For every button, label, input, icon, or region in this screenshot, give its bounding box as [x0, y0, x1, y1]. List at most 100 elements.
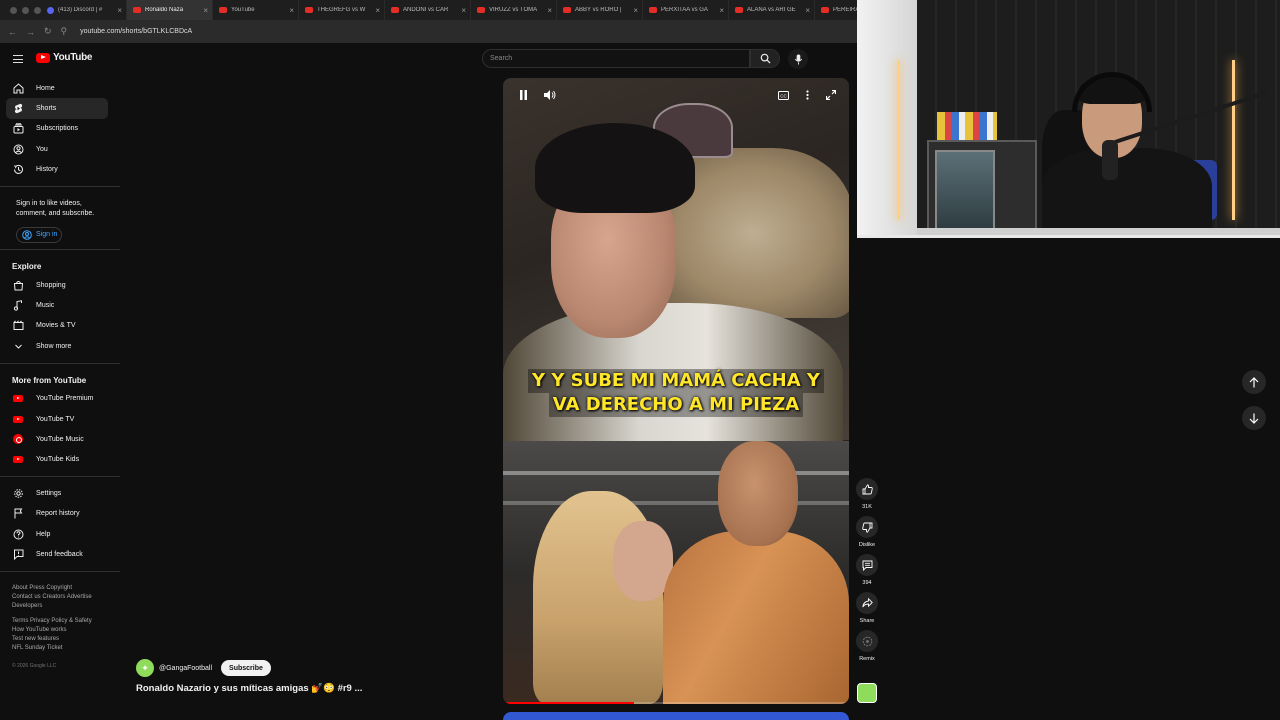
sidebar-item-label: Movies & TV — [36, 322, 76, 330]
close-tab-icon[interactable]: × — [289, 6, 294, 15]
video-progress-bar[interactable] — [503, 702, 849, 704]
sidebar-item-history[interactable]: History — [6, 160, 108, 180]
comment-count: 394 — [862, 580, 872, 586]
sidebar-item-label: You — [36, 145, 48, 153]
browser-tab[interactable]: YouTube × — [213, 0, 299, 20]
sidebar-item-youtube-kids[interactable]: YouTube Kids — [6, 450, 108, 470]
browser-tab[interactable]: ABBY vs RORO | × — [557, 0, 643, 20]
footer-link-row[interactable]: Test new features — [12, 635, 108, 644]
fullscreen-button[interactable] — [824, 88, 838, 102]
sidebar-item-movies-tv[interactable]: Movies & TV — [6, 316, 108, 336]
sidebar-item-subscriptions[interactable]: Subscriptions — [6, 119, 108, 139]
dislike-action: Dislike — [855, 516, 879, 551]
share-button[interactable] — [856, 592, 878, 614]
youtube-logo[interactable]: YouTube — [36, 52, 93, 63]
close-tab-icon[interactable]: × — [203, 6, 208, 15]
footer-link-row[interactable]: Contact us Creators Advertise — [12, 593, 108, 602]
captions-button[interactable]: CC — [776, 88, 790, 102]
volume-button[interactable] — [543, 88, 557, 102]
browser-tab[interactable]: ALANA vs ARI GE × — [729, 0, 815, 20]
dislike-button[interactable] — [856, 516, 878, 538]
youtube-kids-icon — [12, 454, 24, 466]
sidebar-item-label: Home — [36, 84, 55, 92]
channel-handle[interactable]: @GangaFootball — [159, 665, 212, 672]
footer-link-row[interactable]: About Press Copyright — [12, 584, 108, 593]
youtube-favicon-icon — [391, 7, 399, 13]
search-button[interactable] — [750, 49, 780, 68]
search-icon — [760, 53, 771, 64]
music-icon — [12, 300, 24, 312]
footer-link-row[interactable]: How YouTube works — [12, 626, 108, 635]
sidebar-item-youtube-premium[interactable]: YouTube Premium — [6, 389, 108, 409]
comments-button[interactable] — [856, 554, 878, 576]
youtube-favicon-icon — [477, 7, 485, 13]
close-tab-icon[interactable]: × — [805, 6, 810, 15]
chevron-down-icon — [12, 340, 24, 352]
remix-button[interactable] — [856, 630, 878, 652]
sidebar-item-settings[interactable]: Settings — [6, 483, 108, 503]
sidebar-item-music[interactable]: Music — [6, 295, 108, 315]
youtube-favicon-icon — [305, 7, 313, 13]
menu-icon[interactable] — [13, 55, 23, 63]
next-short-preview[interactable] — [503, 712, 849, 720]
sidebar-item-label: YouTube TV — [36, 415, 75, 423]
comment-icon — [862, 560, 872, 571]
browser-tab[interactable]: VIRUZZ vs TOMA × — [471, 0, 557, 20]
previous-short-button[interactable] — [1242, 370, 1266, 394]
sidebar-item-report-history[interactable]: Report history — [6, 503, 108, 523]
browser-tab-bar: (413) Discord | # × Ronaldo Naza × YouTube × T… — [0, 0, 901, 20]
sidebar-item-shorts[interactable]: Shorts — [6, 98, 108, 119]
you-icon — [12, 143, 24, 155]
copyright: © 2026 Google LLC — [12, 662, 57, 669]
sidebar-item-youtube-tv[interactable]: YouTube TV — [6, 409, 108, 429]
forward-icon[interactable]: → — [26, 27, 35, 37]
signin-button[interactable]: Sign in — [16, 226, 62, 243]
more-vert-icon — [805, 90, 809, 100]
sidebar-divider — [0, 185, 120, 187]
pause-icon — [519, 90, 527, 100]
pause-button[interactable] — [516, 88, 530, 102]
sidebar-item-shopping[interactable]: Shopping — [6, 275, 108, 295]
window-controls[interactable] — [0, 6, 41, 14]
subscribe-button[interactable]: Subscribe — [221, 660, 271, 676]
sidebar-item-youtube-music[interactable]: YouTube Music — [6, 429, 108, 449]
channel-avatar[interactable]: ✦ — [136, 659, 154, 677]
close-tab-icon[interactable]: × — [633, 6, 638, 15]
close-tab-icon[interactable]: × — [547, 6, 552, 15]
sidebar-item-label: Shopping — [36, 281, 66, 289]
close-tab-icon[interactable]: × — [117, 6, 122, 15]
webcam-overlay — [857, 0, 1280, 238]
close-tab-icon[interactable]: × — [719, 6, 724, 15]
back-icon[interactable]: ← — [8, 27, 17, 37]
sidebar-item-send-feedback[interactable]: Send feedback — [6, 544, 108, 564]
footer-link-row[interactable]: NFL Sunday Ticket — [12, 644, 108, 653]
search-input[interactable]: Search — [482, 49, 750, 68]
footer-link-row[interactable]: Terms Privacy Policy & Safety — [12, 617, 108, 626]
sidebar-item-help[interactable]: Help — [6, 524, 108, 544]
like-button[interactable] — [856, 478, 878, 500]
svg-text:CC: CC — [780, 93, 787, 98]
sidebar-item-home[interactable]: Home — [6, 78, 108, 98]
reload-icon[interactable]: ↻ — [44, 26, 52, 37]
sidebar-item-you[interactable]: You — [6, 139, 108, 159]
browser-tab[interactable]: ANDONI vs CAR × — [385, 0, 471, 20]
channel-thumbnail[interactable] — [857, 683, 877, 703]
site-info-icon[interactable]: ⚲ — [61, 26, 68, 37]
close-tab-icon[interactable]: × — [375, 6, 380, 15]
sidebar-item-show-more[interactable]: Show more — [6, 336, 108, 356]
voice-search-button[interactable] — [788, 49, 808, 69]
short-title[interactable]: Ronaldo Nazario y sus míticas amigas 💅😳 … — [136, 683, 362, 694]
browser-tab[interactable]: Ronaldo Naza × — [127, 0, 213, 20]
woman-photo — [523, 491, 683, 704]
browser-tab[interactable]: PERXITAA vs GA × — [643, 0, 729, 20]
footer-link-row[interactable]: Developers — [12, 602, 108, 611]
browser-tab[interactable]: (413) Discord | # × — [41, 0, 127, 20]
browser-tab[interactable]: THEGREFG vs W × — [299, 0, 385, 20]
more-options-button[interactable] — [800, 88, 814, 102]
close-tab-icon[interactable]: × — [461, 6, 466, 15]
shorts-video-player[interactable]: Y Y SUBE MI MAMÁ CACHA Y VA DERECHO A MI… — [503, 78, 849, 704]
youtube-favicon-icon — [563, 7, 571, 13]
shopping-icon — [12, 279, 24, 291]
next-short-button[interactable] — [1242, 406, 1266, 430]
url-field[interactable]: youtube.com/shorts/bGTLKLCBDcA — [80, 28, 192, 35]
